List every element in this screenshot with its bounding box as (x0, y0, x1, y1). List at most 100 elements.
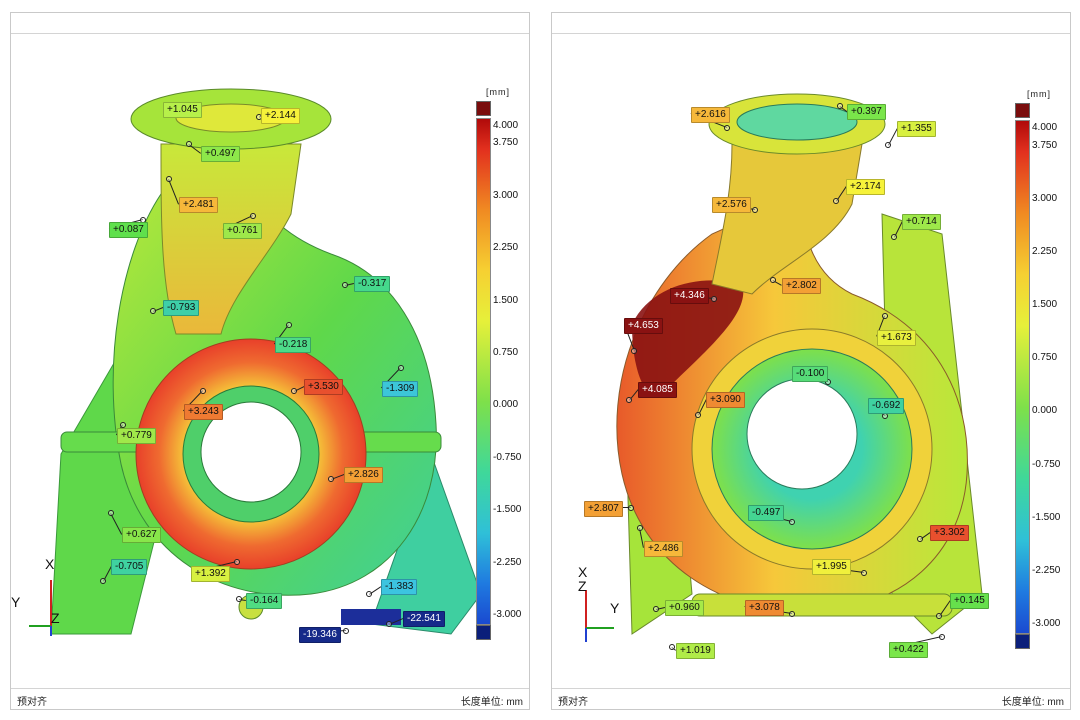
deviation-label[interactable]: +2.802 (782, 278, 821, 294)
deviation-point-marker[interactable] (891, 234, 897, 240)
deviation-point-marker[interactable] (343, 628, 349, 634)
deviation-point-marker[interactable] (286, 322, 292, 328)
deviation-point-marker[interactable] (882, 313, 888, 319)
deviation-point-marker[interactable] (342, 282, 348, 288)
3d-viewport[interactable]: +1.045 +2.144 +0.497 +2.481 +0.087 +0.761 -0.3… (11, 34, 529, 688)
deviation-point-marker[interactable] (234, 559, 240, 565)
deviation-label[interactable]: +3.302 (930, 525, 969, 541)
deviation-point-marker[interactable] (100, 578, 106, 584)
colorbar-tick-label: 1.500 (493, 294, 519, 306)
deviation-label[interactable]: +3.243 (184, 404, 223, 420)
axis-x-label: X (45, 556, 55, 572)
deviation-label[interactable]: +2.144 (261, 108, 300, 124)
panel-toolbar (552, 13, 1070, 34)
colorbar-underflow-box (476, 625, 491, 640)
colorbar-gradient (1015, 120, 1030, 634)
deviation-label[interactable]: +3.078 (745, 600, 784, 616)
deviation-point-marker[interactable] (200, 388, 206, 394)
deviation-label[interactable]: +0.761 (223, 223, 262, 239)
deviation-point-marker[interactable] (724, 125, 730, 131)
deviation-point-marker[interactable] (386, 621, 392, 627)
deviation-label[interactable]: +0.714 (902, 214, 941, 230)
deviation-point-marker[interactable] (837, 103, 843, 109)
deviation-label[interactable]: +1.673 (877, 330, 916, 346)
colorbar-tick-label: -0.750 (493, 451, 522, 463)
deviation-label[interactable]: +2.616 (691, 107, 730, 123)
deviation-point-marker[interactable] (366, 591, 372, 597)
deviation-label[interactable]: +2.807 (584, 501, 623, 517)
deviation-point-marker[interactable] (653, 606, 659, 612)
deviation-point-marker[interactable] (108, 510, 114, 516)
deviation-label[interactable]: +4.346 (670, 288, 709, 304)
deviation-point-marker[interactable] (917, 536, 923, 542)
colorbar-tick-label: -1.500 (1032, 511, 1061, 523)
deviation-label[interactable]: +0.960 (665, 600, 704, 616)
deviation-label[interactable]: +2.826 (344, 467, 383, 483)
deviation-label[interactable]: -0.793 (163, 300, 200, 316)
deviation-label[interactable]: +4.085 (638, 382, 677, 398)
colorbar-tick-label: 0.000 (1032, 405, 1058, 417)
deviation-label[interactable]: +1.019 (676, 643, 715, 659)
deviation-label[interactable]: +1.355 (897, 121, 936, 137)
deviation-label[interactable]: -22.541 (403, 611, 445, 627)
deviation-point-marker[interactable] (626, 397, 632, 403)
deviation-label[interactable]: +1.045 (163, 102, 202, 118)
deviation-label[interactable]: +0.397 (847, 104, 886, 120)
colorbar-tick-label: 4.000 (493, 120, 519, 131)
deviation-label[interactable]: +2.481 (179, 197, 218, 213)
deviation-label[interactable]: -0.317 (354, 276, 391, 292)
deviation-label[interactable]: +3.090 (706, 392, 745, 408)
deviation-point-marker[interactable] (150, 308, 156, 314)
deviation-label[interactable]: +0.627 (122, 527, 161, 543)
3d-viewport[interactable]: +2.616 +0.397 +1.355 +2.174 +2.576 +0.714 +4.3… (552, 34, 1070, 688)
deviation-label[interactable]: +0.422 (889, 642, 928, 658)
deviation-point-marker[interactable] (669, 644, 675, 650)
deviation-label[interactable]: -19.346 (299, 627, 341, 643)
deviation-point-marker[interactable] (398, 365, 404, 371)
deviation-point-marker[interactable] (186, 141, 192, 147)
deviation-label[interactable]: -1.383 (381, 579, 418, 595)
deviation-point-marker[interactable] (770, 277, 776, 283)
deviation-point-marker[interactable] (250, 213, 256, 219)
deviation-label[interactable]: -1.309 (382, 381, 419, 397)
deviation-point-marker[interactable] (885, 142, 891, 148)
deviation-label[interactable]: +1.392 (191, 566, 230, 582)
deviation-label[interactable]: +3.530 (304, 379, 343, 395)
deviation-point-marker[interactable] (695, 412, 701, 418)
deviation-point-marker[interactable] (789, 611, 795, 617)
deviation-point-marker[interactable] (789, 519, 795, 525)
deviation-point-marker[interactable] (939, 634, 945, 640)
deviation-point-marker[interactable] (936, 613, 942, 619)
deviation-point-marker[interactable] (861, 570, 867, 576)
deviation-label[interactable]: +0.145 (950, 593, 989, 609)
deviation-label[interactable]: -0.497 (748, 505, 785, 521)
deviation-label[interactable]: -0.100 (792, 366, 829, 382)
deviation-label[interactable]: +0.087 (109, 222, 148, 238)
colorbar-tick-label: 3.000 (1032, 192, 1058, 204)
colorbar-tick-label: -0.750 (1032, 458, 1061, 470)
deviation-point-marker[interactable] (711, 296, 717, 302)
axis-y-label: Y (610, 600, 620, 616)
deviation-label[interactable]: +4.653 (624, 318, 663, 334)
deviation-point-marker[interactable] (637, 525, 643, 531)
deviation-point-marker[interactable] (628, 505, 634, 511)
deviation-label[interactable]: -0.692 (868, 398, 905, 414)
deviation-point-marker[interactable] (236, 596, 242, 602)
deviation-label[interactable]: -0.218 (275, 337, 312, 353)
deviation-label[interactable]: +0.497 (201, 146, 240, 162)
axis-z-label: Z (51, 610, 60, 626)
deviation-label[interactable]: +2.486 (644, 541, 683, 557)
deviation-point-marker[interactable] (752, 207, 758, 213)
deviation-label[interactable]: +0.779 (117, 428, 156, 444)
deviation-label[interactable]: +2.174 (846, 179, 885, 195)
deviation-label[interactable]: +2.576 (712, 197, 751, 213)
deviation-point-marker[interactable] (291, 388, 297, 394)
deviation-point-marker[interactable] (833, 198, 839, 204)
deviation-point-marker[interactable] (328, 476, 334, 482)
deviation-label[interactable]: -0.705 (111, 559, 148, 575)
deviation-point-marker[interactable] (166, 176, 172, 182)
deviation-label[interactable]: -0.164 (246, 593, 283, 609)
deviation-point-marker[interactable] (631, 348, 637, 354)
deviation-label[interactable]: +1.995 (812, 559, 851, 575)
colorbar-tick-label: 0.750 (1032, 352, 1058, 364)
